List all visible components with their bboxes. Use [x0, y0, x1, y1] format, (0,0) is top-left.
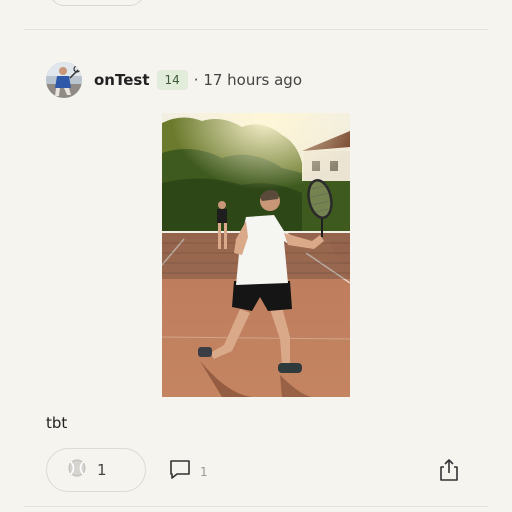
post-timestamp: · 17 hours ago: [193, 71, 303, 89]
post-caption: tbt: [46, 414, 68, 432]
author-name[interactable]: onTest: [94, 71, 150, 89]
post-actions: 1 1: [46, 448, 466, 494]
share-icon: [438, 459, 460, 486]
tennis-ball-icon: [67, 458, 87, 482]
comment-button[interactable]: 1: [168, 458, 208, 486]
like-button[interactable]: 1: [46, 448, 146, 492]
avatar[interactable]: [46, 62, 82, 98]
post-header: onTest 14 · 17 hours ago: [46, 62, 302, 98]
post-divider-top: [24, 29, 488, 30]
comment-count: 1: [200, 465, 208, 479]
share-button[interactable]: [438, 458, 460, 486]
feed-screen: onTest 14 · 17 hours ago tbt 1 1: [0, 0, 512, 512]
post-image[interactable]: [162, 113, 350, 397]
previous-post-like-pill[interactable]: [50, 0, 144, 6]
level-badge: 14: [156, 70, 188, 90]
post-divider-bottom: [24, 506, 488, 507]
comment-icon: [168, 458, 192, 486]
like-count: 1: [97, 461, 107, 479]
